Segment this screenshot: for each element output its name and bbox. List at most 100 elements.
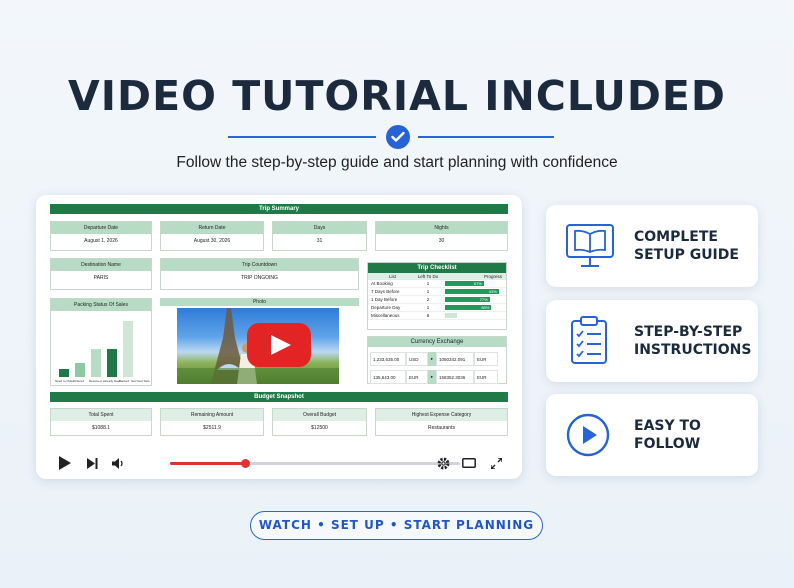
total-spent-box: Total Spent $1088.1 [50,408,152,436]
photo-label: Photo [160,298,359,306]
feature-text: COMPLETE SETUP GUIDE [634,229,739,263]
currency-amount[interactable]: 1,233,635.00 [370,352,406,366]
remaining-amount-label: Remaining Amount [161,409,263,421]
currency-row: 1,233,635.00 USD ▸ 1050342.091 EUR [370,351,506,367]
currency-to-select[interactable]: EUR [474,352,498,366]
nights-box: Nights 30 [375,221,508,251]
overall-budget-box: Overall Budget $12500 [272,408,367,436]
clipboard-checklist-icon [564,315,616,367]
eiffel-tower-photo [177,308,339,384]
packing-bar [75,363,85,377]
checklist-col-progress: Progress [483,274,502,279]
checklist-progress-cell: 80% [442,304,506,311]
currency-from-select[interactable]: EUR [406,370,428,384]
progress-knob[interactable] [241,459,251,468]
days-value: 31 [316,238,323,244]
checklist-progress-cell: 93% [442,288,506,295]
checklist-item-left: 2 [426,297,430,302]
currency-to-select[interactable]: EUR [474,370,498,384]
return-date-label: Return Date [161,222,263,234]
photo-section: Photo [160,298,359,386]
fullscreen-icon[interactable] [488,447,504,479]
destination-value: PARIS [93,275,109,281]
total-spent-label: Total Spent [51,409,151,421]
checklist-progress-cell: 77% [442,296,506,303]
check-badge-icon [386,125,410,149]
checklist-progress-cell: 67% [442,280,506,287]
checklist-item-name: 7 Days Before [371,289,400,294]
checklist-item-name: At Booking [371,281,393,286]
packing-bar-label: Ordered [73,379,85,383]
countdown-value: TRIP ONGOING [241,275,278,281]
skip-next-icon[interactable] [84,447,100,479]
settings-gear-icon[interactable] [436,447,450,479]
video-player[interactable]: Trip Summary Departure Date August 1, 20… [36,195,522,479]
checklist-rows: At Booking 1 67% 7 Days Before 1 93% 1 Day Bef… [368,280,506,320]
checklist-header: List Left To Do Progress [368,273,506,280]
headline-divider [0,125,794,149]
spreadsheet-preview: Trip Summary Departure Date August 1, 20… [50,204,508,440]
packing-bar [107,349,117,377]
budget-snapshot-header: Budget Snapshot [50,392,508,402]
tagline-pill: WATCH • SET UP • START PLANNING [250,511,543,540]
currency-row: 135,643.00 EUR ▸ 158352.3036 EUR [370,369,506,385]
checklist-col-left: Left To Do [417,274,439,279]
checklist-item-name: Miscellaneous [371,313,400,318]
packing-chart-bars [55,317,147,377]
days-box: Days 31 [272,221,367,251]
return-date-box: Return Date August 30, 2026 [160,221,264,251]
progress-bar[interactable] [170,459,460,468]
currency-amount[interactable]: 135,643.00 [370,370,406,384]
volume-icon[interactable] [110,447,126,479]
departure-date-box: Departure Date August 1, 2026 [50,221,152,251]
nights-value: 30 [438,238,445,244]
countdown-box: Trip Countdown TRIP ONGOING [160,258,359,290]
packing-status-chart: Packing Status Of Sales Need to Order Or… [50,298,152,386]
checklist-item-left: 1 [426,281,430,286]
total-spent-value: $1088.1 [91,425,111,431]
expense-category-box: Highest Expense Category Restaurants [375,408,508,436]
destination-label: Destination Name [51,259,151,271]
currency-exchange: Currency Exchange 1,233,635.00 USD ▸ 105… [367,336,507,384]
currency-from-select[interactable]: USD [406,352,428,366]
overall-budget-value: $12500 [311,425,328,431]
feature-card-instructions: STEP-BY-STEP INSTRUCTIONS [546,300,758,382]
checklist-item-left: 1 [426,305,430,310]
divider-line-left [228,136,376,138]
destination-box: Destination Name PARIS [50,258,152,290]
divider-line-right [418,136,554,138]
packing-bar-label: Get Next Sets [131,379,150,383]
countdown-label: Trip Countdown [161,259,358,271]
return-date-value: August 30, 2026 [193,238,231,244]
currency-result: 1050342.091 [436,352,474,366]
overall-budget-label: Overall Budget [273,409,366,421]
departure-date-value: August 1, 2026 [84,238,118,244]
checklist-item-left: 6 [426,313,430,318]
remaining-amount-value: $2511.9 [203,425,221,431]
headline: VIDEO TUTORIAL INCLUDED [68,72,726,120]
packing-bar [59,369,69,377]
checklist-progress-bar: 80% [445,305,492,310]
packing-bar-label: Packed [119,379,130,383]
checklist-progress-cell [442,312,506,319]
packing-chart-title: Packing Status Of Sales [51,299,151,311]
youtube-play-icon[interactable] [247,323,311,367]
currency-arrow: ▸ [428,370,436,384]
trip-checklist: Trip Checklist List Left To Do Progress … [367,262,507,330]
departure-date-label: Departure Date [51,222,151,234]
progress-fill [170,462,246,465]
feature-text: STEP-BY-STEP INSTRUCTIONS [634,324,752,358]
trip-summary-header: Trip Summary [50,204,508,214]
checklist-row: Miscellaneous 6 [368,312,506,320]
checklist-progress-bar: 93% [445,289,499,294]
checklist-item-name: Departure Day [371,305,401,310]
nights-label: Nights [376,222,507,234]
days-label: Days [273,222,366,234]
feature-card-easy: EASY TO FOLLOW [546,394,758,476]
packing-bar-label: Received [89,379,102,383]
checklist-item-name: 1 Day Before [371,297,398,302]
theater-mode-icon[interactable] [461,447,477,479]
play-icon[interactable] [54,447,76,479]
play-circle-icon [564,409,616,461]
checklist-progress-bar: 67% [445,281,484,286]
